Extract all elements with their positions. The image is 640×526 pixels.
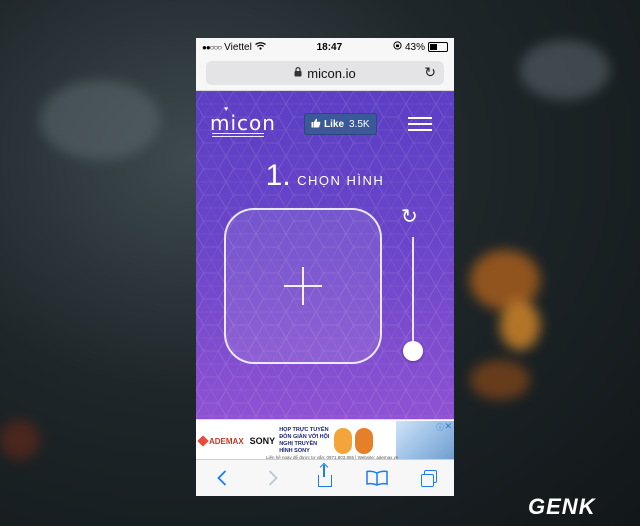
step-heading: 1. CHỌN HÌNH	[196, 159, 454, 193]
image-upload-area[interactable]	[224, 208, 382, 364]
ad-brand-text: ADEMAX	[209, 436, 244, 446]
tabs-button[interactable]	[408, 463, 448, 493]
step-number: 1.	[265, 159, 291, 192]
share-button[interactable]	[305, 463, 345, 493]
ad-info-icon[interactable]: ⓘ	[436, 422, 444, 433]
like-count: 3.5K	[349, 118, 370, 130]
status-bar: ●●○○○ Viettel 18:47 43%	[196, 38, 454, 56]
battery-percent: 43%	[404, 41, 425, 53]
background-bokeh	[500, 300, 540, 350]
background-bokeh	[40, 80, 160, 160]
safari-toolbar	[196, 459, 454, 496]
ad-banner[interactable]: ADEMAX SONY HỌP TRỰC TUYẾN ĐÓN GIẢN VỚI …	[196, 419, 454, 462]
watermark-text: GEN	[528, 494, 579, 519]
battery-icon	[427, 42, 448, 52]
hamburger-menu-icon[interactable]	[408, 117, 432, 131]
background-bokeh	[470, 360, 530, 400]
url-text: micon.io	[307, 65, 356, 81]
ad-headline: HỌP TRỰC TUYẾN ĐÓN GIẢN VỚI HỘI NGHỊ TRU…	[279, 427, 330, 454]
rotation-lock-icon	[393, 41, 402, 53]
share-icon	[317, 464, 332, 487]
zoom-slider-thumb[interactable]	[403, 341, 423, 361]
clock: 18:47	[316, 41, 343, 53]
facebook-like-button[interactable]: Like 3.5K	[304, 113, 377, 135]
micon-app: ♥ micon Like 3.5K 1. CHỌN HÌNH ↻	[196, 91, 454, 419]
add-image-icon	[284, 267, 322, 305]
logo-underline	[212, 133, 264, 137]
ad-person-image	[334, 428, 353, 454]
back-button[interactable]	[202, 463, 242, 493]
phone-screen: ●●○○○ Viettel 18:47 43% micon.io ↻ ♥ mic…	[196, 38, 454, 496]
zoom-slider-track[interactable]	[412, 237, 414, 355]
chevron-left-icon	[217, 470, 226, 486]
app-logo[interactable]: micon	[210, 111, 276, 135]
rotate-icon[interactable]: ↻	[401, 204, 418, 229]
like-label: Like	[324, 118, 345, 130]
step-label: CHỌN HÌNH	[297, 173, 385, 188]
lock-icon	[294, 67, 302, 79]
chevron-right-icon	[269, 470, 279, 486]
ad-close-icon[interactable]: ✕	[444, 421, 452, 432]
carrier-name: Viettel	[224, 41, 252, 53]
background-bokeh	[470, 250, 540, 310]
reload-icon[interactable]: ↻	[424, 64, 436, 81]
ad-person-image	[355, 428, 374, 454]
thumbs-up-icon	[311, 118, 321, 131]
book-icon	[365, 470, 388, 486]
signal-icon: ●●○○○	[202, 42, 222, 52]
ad-sponsor: SONY	[249, 436, 276, 446]
wifi-icon	[254, 41, 266, 53]
background-bokeh	[0, 420, 40, 460]
watermark-accent: K	[578, 494, 596, 519]
bookmarks-button[interactable]	[357, 463, 397, 493]
background-bokeh	[520, 40, 610, 100]
genk-watermark: GENK	[528, 494, 596, 520]
ademax-logo-icon	[197, 435, 209, 447]
ad-brand: ADEMAX	[197, 435, 244, 447]
forward-button[interactable]	[253, 463, 293, 493]
tabs-icon	[421, 470, 438, 487]
address-bar: micon.io ↻	[196, 56, 454, 91]
url-field[interactable]: micon.io ↻	[206, 61, 444, 85]
